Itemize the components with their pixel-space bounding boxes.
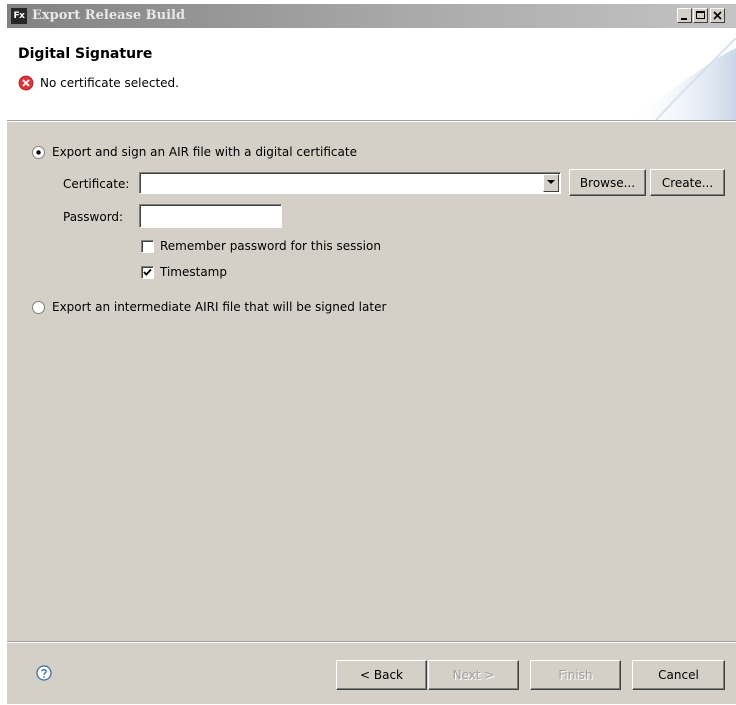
chevron-down-icon bbox=[547, 180, 555, 184]
timestamp-checkbox[interactable] bbox=[141, 266, 154, 279]
radio-sign-later-label[interactable]: Export an intermediate AIRI file that wi… bbox=[52, 300, 386, 314]
header-decoration-graphic bbox=[626, 37, 736, 120]
header-divider bbox=[7, 120, 736, 122]
create-certificate-button[interactable]: Create... bbox=[650, 169, 725, 196]
certificate-dropdown-arrow[interactable] bbox=[543, 174, 559, 192]
minimize-button[interactable] bbox=[677, 8, 692, 23]
footer-divider bbox=[7, 641, 736, 643]
browse-button[interactable]: Browse... bbox=[569, 169, 646, 196]
close-button[interactable] bbox=[710, 8, 725, 23]
cancel-button[interactable]: Cancel bbox=[632, 660, 725, 690]
remember-password-label[interactable]: Remember password for this session bbox=[160, 239, 381, 253]
wizard-header: Digital Signature No certificate selecte… bbox=[7, 28, 736, 120]
timestamp-label[interactable]: Timestamp bbox=[160, 265, 227, 279]
radio-sign-now-label[interactable]: Export and sign an AIR file with a digit… bbox=[52, 145, 357, 159]
back-button[interactable]: < Back bbox=[336, 660, 427, 690]
radio-sign-later[interactable] bbox=[32, 301, 45, 314]
error-message: No certificate selected. bbox=[40, 76, 179, 90]
flex-app-icon: Fx bbox=[11, 8, 27, 24]
maximize-icon bbox=[696, 11, 705, 19]
checkmark-icon bbox=[143, 268, 152, 276]
export-release-build-dialog: Fx Export Release Build Digital Signatur… bbox=[7, 4, 736, 704]
help-icon[interactable] bbox=[36, 665, 52, 681]
finish-button[interactable]: Finish bbox=[530, 660, 621, 690]
remember-password-checkbox[interactable] bbox=[141, 240, 154, 253]
next-button[interactable]: Next > bbox=[428, 660, 519, 690]
close-icon bbox=[713, 11, 722, 20]
radio-sign-now[interactable] bbox=[32, 146, 45, 159]
window-title: Export Release Build bbox=[32, 8, 186, 23]
certificate-dropdown[interactable] bbox=[139, 172, 561, 194]
minimize-icon bbox=[681, 18, 687, 20]
maximize-button[interactable] bbox=[693, 8, 708, 23]
password-input[interactable] bbox=[139, 204, 282, 228]
title-bar[interactable]: Fx Export Release Build bbox=[7, 4, 736, 28]
error-icon bbox=[18, 75, 34, 91]
password-label: Password: bbox=[63, 210, 124, 224]
page-title: Digital Signature bbox=[18, 46, 153, 62]
certificate-label: Certificate: bbox=[63, 177, 130, 191]
